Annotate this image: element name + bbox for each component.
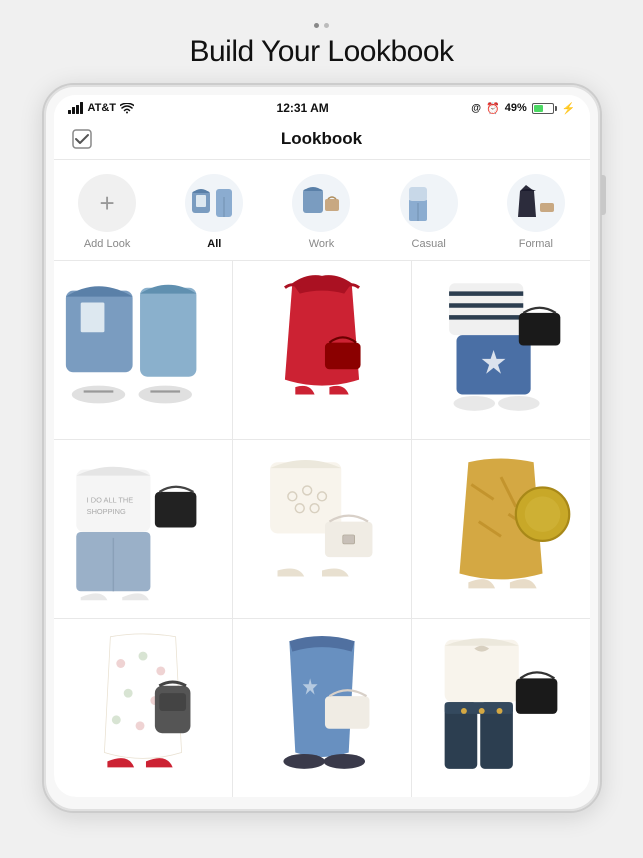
add-look-circle: + [78,174,136,232]
status-bar: AT&T 12:31 AM @ ⏰ 49% [54,95,590,119]
outfit-cell-2[interactable] [233,261,411,439]
casual-label: Casual [412,238,446,250]
status-left: AT&T [68,102,135,114]
outfit-cell-1[interactable] [54,261,232,439]
time-display: 12:31 AM [277,101,329,115]
category-row: + Add Look [54,160,590,261]
outfit-8-svg [233,619,411,797]
nav-right-placeholder [548,125,576,153]
formal-label: Formal [519,238,553,250]
nav-checkbox-svg [71,128,93,150]
outfit-cell-8[interactable] [233,619,411,797]
at-icon: @ [471,103,481,114]
outfit-cell-7[interactable] [54,619,232,797]
plus-icon: + [100,190,115,216]
category-work[interactable]: Work [286,174,356,250]
battery-percent: 49% [505,102,527,114]
status-right: @ ⏰ 49% ⚡ [471,102,575,115]
all-circle [185,174,243,232]
outfit-cell-4[interactable]: I DO ALL THE SHOPPING [54,440,232,618]
charging-icon: ⚡ [562,102,576,115]
battery-icon [532,103,557,114]
casual-outfit-svg [403,177,455,229]
checkbox-icon[interactable] [68,125,96,153]
page-wrapper: Build Your Lookbook AT&T [0,0,643,813]
outfit-cell-3[interactable] [412,261,590,439]
dot-1 [314,23,319,28]
category-formal[interactable]: Formal [501,174,571,250]
outfit-9-svg [412,619,590,797]
outfit-2-svg [233,261,411,439]
nav-bar: Lookbook [54,119,590,160]
category-all[interactable]: All [179,174,249,250]
category-add-look[interactable]: + Add Look [72,174,142,250]
svg-text:SHOPPING: SHOPPING [86,507,125,516]
work-outfit-svg [295,177,347,229]
outfit-6-svg [412,440,590,618]
outfit-4-svg: I DO ALL THE SHOPPING [54,440,232,618]
add-look-label: Add Look [84,238,130,250]
alarm-icon: ⏰ [486,102,500,115]
work-label: Work [309,238,334,250]
nav-title: Lookbook [281,129,362,149]
tablet-screen: AT&T 12:31 AM @ ⏰ 49% [54,95,590,797]
svg-text:I DO ALL THE: I DO ALL THE [86,495,133,504]
all-label: All [207,238,221,250]
formal-circle [507,174,565,232]
formal-outfit-svg [510,177,562,229]
outfit-7-svg [54,619,232,797]
outfit-grid: I DO ALL THE SHOPPING [54,261,590,797]
outfit-3-svg [412,261,590,439]
work-circle [292,174,350,232]
all-outfit-svg [188,177,240,229]
signal-icon [68,102,84,114]
outfit-5-svg [233,440,411,618]
tablet-device: AT&T 12:31 AM @ ⏰ 49% [42,83,602,813]
wifi-icon [120,103,134,114]
dot-2 [324,23,329,28]
indicator-dots [314,18,329,31]
outfit-cell-6[interactable] [412,440,590,618]
outfit-cell-9[interactable] [412,619,590,797]
carrier-label: AT&T [88,102,117,114]
page-title: Build Your Lookbook [189,35,453,69]
outfit-1-svg [54,261,232,439]
outfit-cell-5[interactable] [233,440,411,618]
category-casual[interactable]: Casual [394,174,464,250]
casual-circle [400,174,458,232]
